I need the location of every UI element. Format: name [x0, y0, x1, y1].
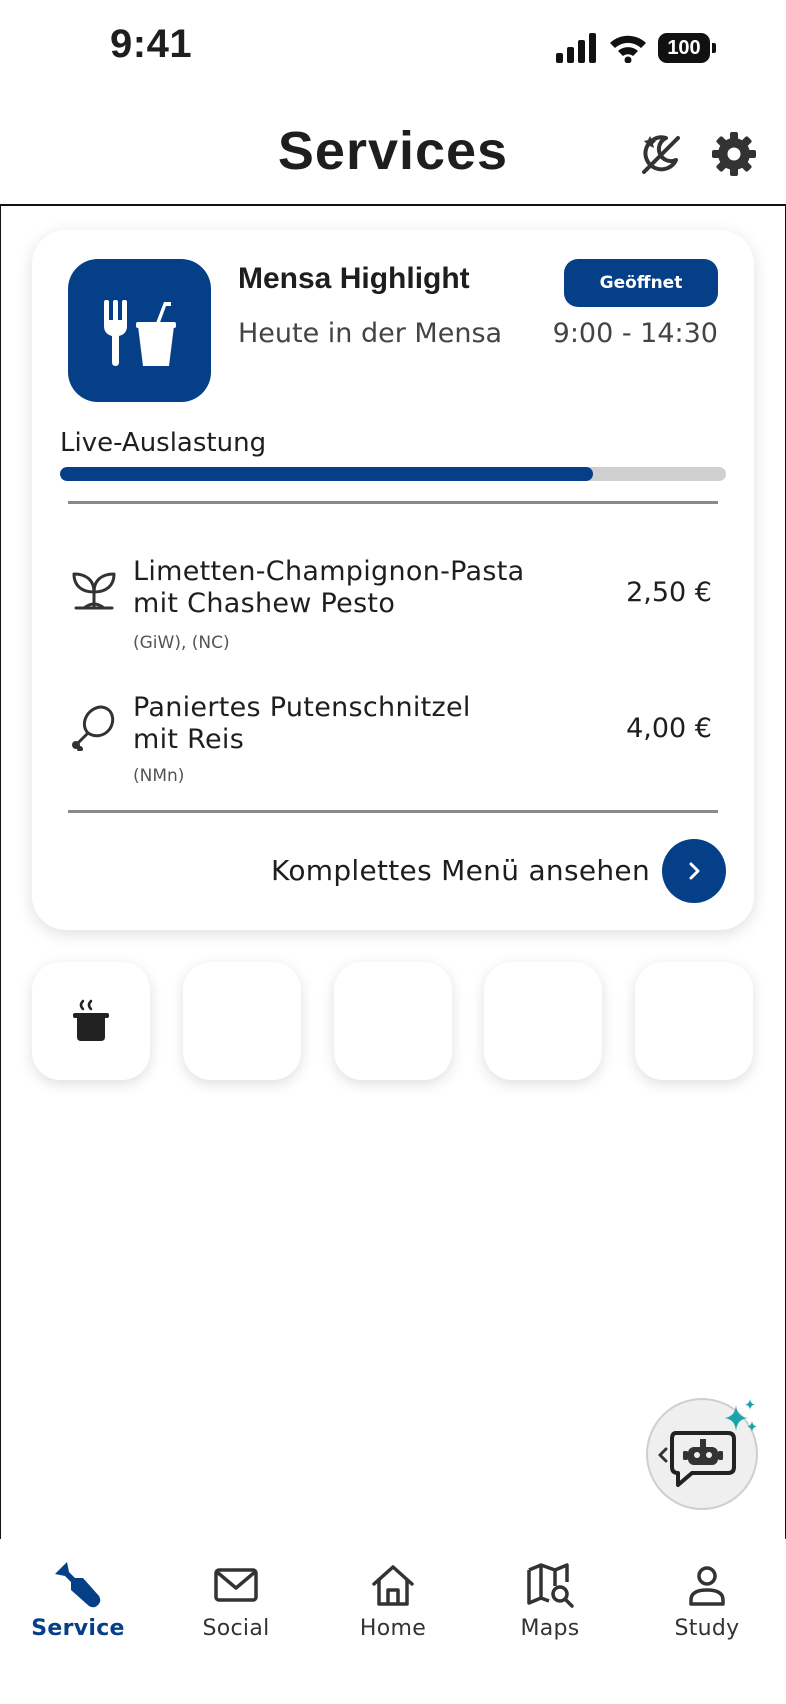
status-time: 9:41	[110, 22, 193, 66]
divider	[68, 810, 718, 813]
nav-label: Social	[202, 1616, 270, 1641]
quick-tile[interactable]	[484, 962, 602, 1080]
full-menu-button[interactable]	[662, 839, 726, 903]
status-badge: Geöffnet	[564, 259, 718, 307]
nav-label: Maps	[520, 1616, 580, 1641]
dish-name-line2: mit Reis	[133, 724, 245, 755]
cooking-pot-icon	[73, 999, 109, 1041]
poultry-drumstick-icon	[72, 705, 115, 751]
mensa-logo	[68, 259, 211, 402]
dish-name-line1: Limetten-Champignon-Pasta	[133, 556, 525, 587]
dish-name-line2: mit Chashew Pesto	[133, 588, 396, 619]
opening-hours: 9:00 - 14:30	[552, 318, 718, 349]
nav-label: Home	[359, 1616, 427, 1641]
quick-tile[interactable]	[183, 962, 301, 1080]
nav-label: Service	[31, 1616, 125, 1641]
quick-tile[interactable]	[334, 962, 452, 1080]
live-load-fill	[60, 467, 593, 481]
nav-label: Study	[674, 1616, 740, 1641]
quick-tile-cooking[interactable]	[32, 962, 150, 1080]
dish-price: 2,50 €	[626, 577, 712, 608]
full-menu-link[interactable]: Komplettes Menü ansehen	[250, 854, 650, 887]
map-search-icon	[527, 1563, 574, 1608]
chevron-right-icon	[689, 862, 700, 880]
card-subtitle: Heute in der Mensa	[238, 318, 503, 349]
status-icons: 100	[556, 30, 716, 66]
live-load-bar	[60, 467, 726, 481]
dish-tags: (GiW), (NC)	[133, 633, 230, 653]
divider	[68, 501, 718, 504]
vegetarian-sprout-icon	[72, 572, 116, 610]
battery-indicator: 100	[658, 33, 716, 63]
nav-item-home[interactable]: Home	[328, 1560, 458, 1641]
live-load-label: Live-Auslastung	[60, 428, 267, 458]
chatbot-icon	[658, 1399, 757, 1487]
wrench-icon	[55, 1562, 101, 1608]
wifi-icon	[610, 35, 646, 63]
dish-tags: (NMn)	[133, 766, 185, 786]
nav-item-social[interactable]: Social	[171, 1560, 301, 1641]
card-title: Mensa Highlight	[238, 262, 470, 295]
mail-icon	[214, 1568, 258, 1602]
dish-price: 4,00 €	[626, 713, 712, 744]
nav-item-service[interactable]: Service	[13, 1560, 143, 1641]
signal-icon	[556, 33, 596, 63]
cutlery-cup-icon	[103, 299, 176, 366]
dish-name-line1: Paniertes Putenschnitzel	[133, 692, 471, 723]
nav-item-maps[interactable]: Maps	[485, 1560, 615, 1641]
home-icon	[372, 1565, 414, 1606]
person-icon	[689, 1566, 725, 1606]
nav-item-study[interactable]: Study	[642, 1560, 772, 1641]
gear-icon[interactable]	[710, 130, 758, 178]
quick-tile[interactable]	[635, 962, 753, 1080]
dark-mode-icon[interactable]	[636, 130, 684, 178]
